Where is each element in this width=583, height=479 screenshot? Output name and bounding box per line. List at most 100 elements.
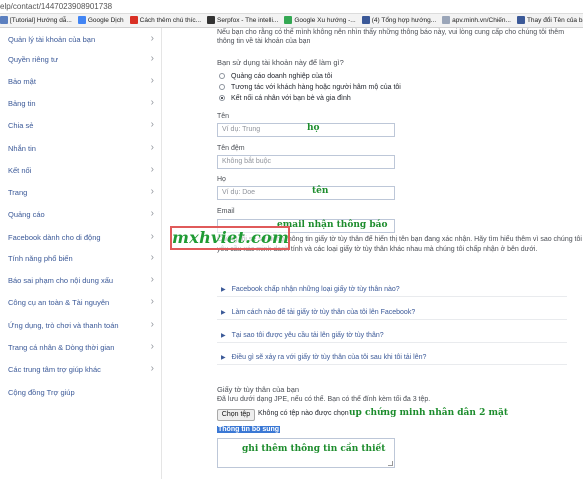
google-translate-icon	[77, 16, 86, 25]
bookmark-item[interactable]: Thay đổi Tên của ba...	[516, 14, 583, 27]
last-name-label: Họ	[217, 176, 226, 183]
watermark-logo: mxhviet.com	[170, 226, 290, 250]
account-use-option[interactable]: Quảng cáo doanh nghiệp của tôi	[219, 71, 332, 81]
sidebar-item[interactable]: Cộng đồng Trợ giúp	[0, 384, 162, 400]
sidebar-item[interactable]: Tính năng phổ biến ›	[0, 250, 162, 266]
radio-icon[interactable]	[219, 73, 225, 79]
bookmark-item[interactable]: Serpfox - The intelli...	[207, 14, 278, 27]
chevron-right-icon: ›	[150, 274, 154, 285]
resize-handle-icon[interactable]	[388, 461, 393, 466]
expand-triangle-icon: ▶	[221, 310, 226, 316]
chevron-right-icon: ›	[150, 341, 154, 352]
account-use-question: Bạn sử dụng tài khoản này để làm gì?	[217, 58, 344, 67]
faq-question: Tại sao tôi được yêu cầu tải lên giấy tờ…	[231, 332, 384, 339]
radio-selected-icon[interactable]	[219, 95, 225, 101]
page-icon	[442, 16, 451, 25]
sidebar-item[interactable]: Kết nối ›	[0, 162, 162, 178]
sidebar-item[interactable]: Trang cá nhân & Dòng thời gian ›	[0, 339, 162, 355]
faq-item[interactable]: ▶ Facebook chấp nhận những loại giấy tờ t…	[217, 283, 567, 297]
serpfox-icon	[207, 16, 216, 25]
chevron-right-icon: ›	[150, 296, 154, 307]
sidebar-item-label: Quản lý tài khoản của bạn	[8, 34, 96, 44]
sidebar-item-label: Công cụ an toàn & Tài nguyên	[8, 297, 110, 307]
faq-item[interactable]: ▶ Tại sao tôi được yêu cầu tải lên giấy t…	[217, 329, 567, 343]
sidebar-item[interactable]: Báo sai phạm cho nội dung xấu ›	[0, 272, 162, 288]
bookmark-item[interactable]: apv.minh.vn/Chiến...	[442, 14, 511, 27]
chevron-right-icon: ›	[150, 75, 154, 86]
sidebar-item-label: Facebook dành cho di động	[8, 232, 101, 242]
sidebar-item[interactable]: Ứng dụng, trò chơi và thanh toán ›	[0, 317, 162, 333]
bookmark-item[interactable]: Google Dịch	[77, 14, 124, 27]
faq-item[interactable]: ▶ Điều gì sẽ xảy ra với giấy tờ tùy thân …	[217, 351, 567, 365]
sidebar-item-label: Trang cá nhân & Dòng thời gian	[8, 342, 115, 352]
sidebar-item[interactable]: Bảo mật ›	[0, 73, 162, 89]
sidebar-item[interactable]: Quản lý tài khoản của bạn ›	[0, 31, 162, 47]
middle-name-label: Tên đệm	[217, 145, 245, 152]
chevron-right-icon: ›	[150, 164, 154, 175]
address-bar[interactable]: elp/contact/1447023908901738	[0, 0, 583, 14]
id-upload-title: Giấy tờ tùy thân của bạn	[217, 385, 300, 394]
faq-item[interactable]: ▶ Làm cách nào để tải giấy tờ tùy thân củ…	[217, 306, 567, 320]
chevron-right-icon: ›	[150, 119, 154, 130]
doc-icon	[0, 16, 8, 25]
sidebar-item[interactable]: Quảng cáo ›	[0, 206, 162, 222]
bookmark-label: Google Xu hướng -...	[294, 17, 356, 24]
bookmark-label: apv.minh.vn/Chiến...	[452, 17, 511, 24]
first-name-field[interactable]: Ví dụ: Trung	[217, 123, 395, 137]
sidebar-item[interactable]: Trang ›	[0, 184, 162, 200]
choose-file-button[interactable]: Chọn tệp	[217, 409, 255, 421]
middle-name-field[interactable]: Không bắt buộc	[217, 155, 395, 169]
sidebar-item[interactable]: Quyền riêng tư ›	[0, 51, 162, 67]
bookmark-label: Google Dịch	[87, 17, 124, 24]
sidebar-item[interactable]: Bảng tin ›	[0, 95, 162, 111]
sidebar-item-label: Báo sai phạm cho nội dung xấu	[8, 275, 114, 285]
sidebar-item-label: Cộng đồng Trợ giúp	[8, 387, 75, 397]
sidebar-item[interactable]: Chia sẻ ›	[0, 117, 162, 133]
faq-question: Làm cách nào để tải giấy tờ tùy thân của…	[231, 309, 416, 316]
account-use-option[interactable]: Tương tác với khách hàng hoặc người hâm …	[219, 82, 401, 92]
sidebar-item-label: Tính năng phổ biến	[8, 253, 73, 263]
google-icon	[284, 16, 293, 25]
option-label: Quảng cáo doanh nghiệp của tôi	[231, 72, 333, 80]
contact-form: Nếu bạn cho rằng có thể mình không nên n…	[162, 28, 583, 479]
last-name-field[interactable]: Ví dụ: Doe	[217, 186, 395, 200]
additional-info-label: Thông tin bổ sung	[217, 426, 281, 433]
sidebar-item[interactable]: Nhắn tin ›	[0, 140, 162, 156]
sidebar-item-label: Ứng dụng, trò chơi và thanh toán	[8, 320, 119, 330]
bookmarks-bar: [Tutorial] Hướng dẫ... Google Dịch Cách th…	[0, 14, 583, 28]
bookmark-label: (4) Tổng hợp hướng...	[371, 17, 437, 24]
file-status-text: Không có tệp nào được chọn	[258, 410, 349, 417]
radio-icon[interactable]	[219, 84, 225, 90]
chevron-right-icon: ›	[150, 319, 154, 330]
bookmark-item[interactable]: Cách thêm chú thíc...	[129, 14, 202, 27]
sidebar-item-label: Chia sẻ	[8, 120, 34, 130]
bookmark-label: Cách thêm chú thíc...	[139, 17, 202, 24]
help-sidebar: Quản lý tài khoản của bạn › Quyền riêng tư…	[0, 28, 162, 479]
upload-annotation: up chứng minh nhân dân 2 mặt	[349, 408, 508, 418]
bookmark-item[interactable]: [Tutorial] Hướng dẫ...	[0, 14, 72, 27]
sidebar-item-label: Quyền riêng tư	[8, 54, 59, 64]
expand-triangle-icon: ▶	[221, 287, 226, 293]
sidebar-item[interactable]: Các trung tâm trợ giúp khác ›	[0, 361, 162, 377]
chevron-right-icon: ›	[150, 186, 154, 197]
chevron-right-icon: ›	[150, 53, 154, 64]
intro-text: Nếu bạn cho rằng có thể mình không nên n…	[217, 29, 565, 45]
sidebar-item[interactable]: Facebook dành cho di động ›	[0, 229, 162, 245]
option-label: Kết nối cá nhân với bạn bè và gia đình	[231, 94, 351, 102]
option-label: Tương tác với khách hàng hoặc người hâm …	[231, 83, 401, 91]
bookmark-item[interactable]: Google Xu hướng -...	[284, 14, 356, 27]
account-use-option[interactable]: Kết nối cá nhân với bạn bè và gia đình	[219, 93, 351, 103]
faq-question: Facebook chấp nhận những loại giấy tờ tù…	[231, 286, 400, 293]
id-upload-note: Đã lưu dưới dạng JPE, nếu có thể. Bạn có…	[217, 396, 431, 403]
email-label: Email	[217, 208, 235, 215]
chevron-right-icon: ›	[150, 97, 154, 108]
chevron-right-icon: ›	[150, 231, 154, 242]
faq-question: Điều gì sẽ xảy ra với giấy tờ tùy thân c…	[231, 354, 427, 361]
sidebar-item-label: Nhắn tin	[8, 143, 36, 153]
sidebar-item-label: Kết nối	[8, 165, 32, 175]
bookmark-item[interactable]: (4) Tổng hợp hướng...	[361, 14, 437, 27]
chevron-right-icon: ›	[150, 208, 154, 219]
red-play-icon	[129, 16, 138, 25]
additional-info-annotation: ghi thêm thông tin cần thiết	[242, 444, 386, 454]
sidebar-item[interactable]: Công cụ an toàn & Tài nguyên ›	[0, 294, 162, 310]
